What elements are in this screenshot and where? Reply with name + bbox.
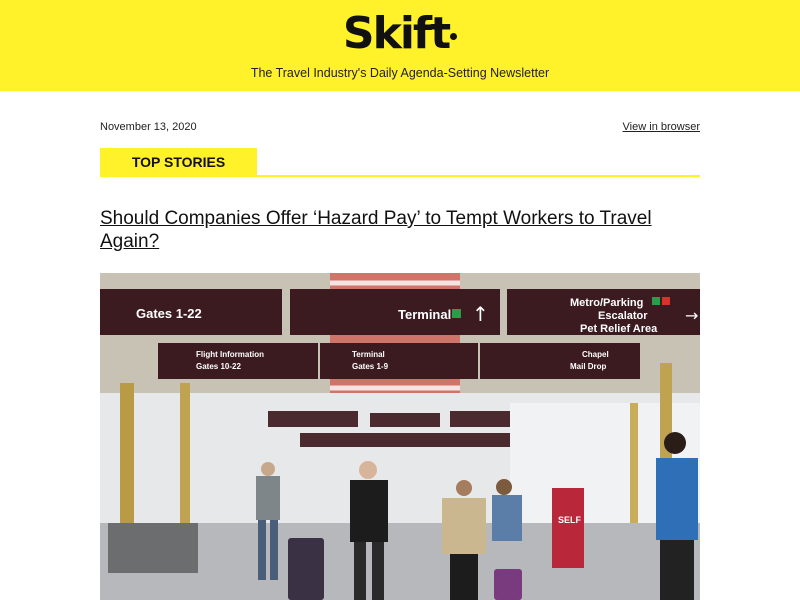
sign-mail-drop: Mail Drop [570,362,607,371]
sign-pet-relief: Pet Relief Area [580,323,658,335]
sign-gates-1-9: Gates 1-9 [352,362,389,371]
view-in-browser-link[interactable]: View in browser [623,121,700,133]
sign-terminal-2: Terminal [352,350,385,359]
newsletter-tagline: The Travel Industry's Daily Agenda-Setti… [250,66,550,80]
sign-metro-parking: Metro/Parking [570,297,643,309]
svg-text:→: → [685,306,698,325]
sign-flight-info: Flight Information [196,350,264,359]
story-headline-link[interactable]: Should Companies Offer ‘Hazard Pay’ to T… [100,207,700,253]
sign-escalator: Escalator [598,310,648,322]
skift-logo[interactable]: Skift [0,6,800,62]
story-photo[interactable]: Gates 1-22 Terminal ↑ Metro/Parking Esca… [100,273,700,600]
sign-terminal: Terminal [398,307,451,322]
sign-chapel: Chapel [582,350,609,359]
issue-date: November 13, 2020 [100,121,197,133]
newsletter-header: Skift The Travel Industry's Daily Agenda… [0,0,800,91]
sign-gates-1-22: Gates 1-22 [136,306,202,321]
section-label-top-stories: TOP STORIES [100,148,257,176]
sign-gates-10-22: Gates 10-22 [196,362,241,371]
sign-self-kiosk: SELF [558,515,582,525]
svg-text:↑: ↑ [472,302,489,326]
